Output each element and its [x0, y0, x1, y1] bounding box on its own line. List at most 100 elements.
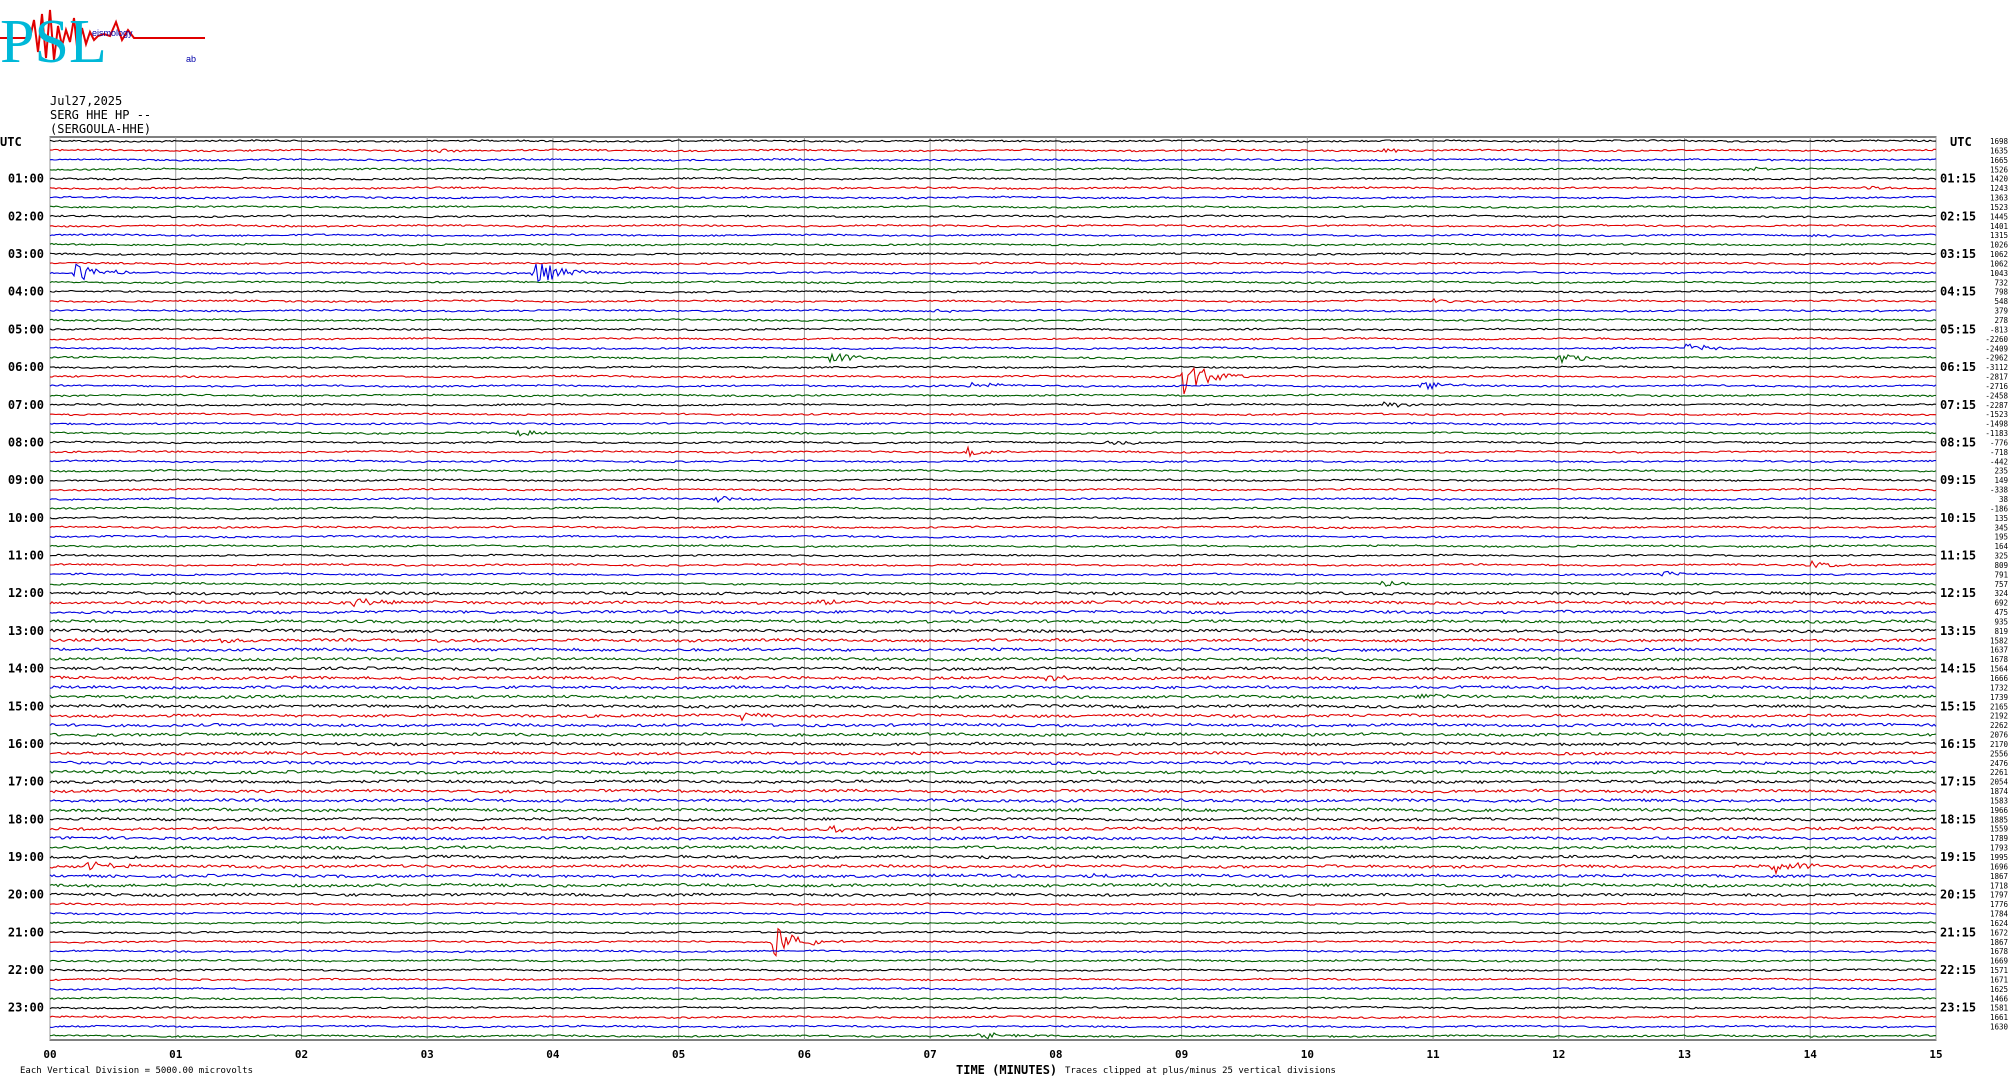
left-time-label: 18:00	[8, 812, 44, 826]
trace-line	[49, 553, 1937, 558]
left-time-label: 16:00	[8, 737, 44, 751]
trace-line	[49, 637, 1937, 644]
x-tick-label: 03	[421, 1048, 434, 1061]
x-tick-label: 15	[1929, 1048, 1942, 1061]
trace-offset: 1625	[1990, 985, 2008, 994]
trace-line	[49, 1032, 1937, 1040]
trace-line	[49, 459, 1936, 464]
trace-line	[49, 666, 1937, 672]
right-time-label: 14:15	[1940, 662, 1976, 676]
trace-line	[49, 280, 1937, 285]
trace-offset: 1698	[1990, 137, 2009, 146]
trace-line	[49, 223, 1937, 228]
trace-offset: 732	[1994, 278, 2008, 287]
x-tick-label: 02	[295, 1048, 308, 1061]
trace-offset: 1583	[1990, 796, 2008, 805]
trace-offset: 1630	[1990, 1023, 2009, 1032]
trace-offset: 2170	[1990, 740, 2009, 749]
trace-line	[49, 289, 1937, 294]
x-tick-label: 14	[1804, 1048, 1818, 1061]
trace-line	[49, 674, 1937, 682]
right-time-label: 23:15	[1940, 1001, 1976, 1015]
trace-offset: 149	[1994, 476, 2008, 485]
left-time-label: 05:00	[8, 322, 44, 336]
trace-offset: 1062	[1990, 259, 2008, 268]
x-tick-label: 09	[1175, 1048, 1188, 1061]
trace-offset: 1661	[1990, 1013, 2008, 1022]
trace-offset: 1666	[1990, 674, 2009, 683]
x-tick-label: 13	[1678, 1048, 1691, 1061]
trace-offset: 692	[1994, 599, 2008, 608]
trace-offset: 1243	[1990, 184, 2008, 193]
trace-offset: -2962	[1985, 354, 2008, 363]
trace-line	[49, 902, 1937, 906]
x-tick-label: 10	[1301, 1048, 1314, 1061]
clip-note: Traces clipped at plus/minus 25 vertical…	[1065, 1066, 1336, 1076]
left-time-label: 03:00	[8, 247, 44, 261]
x-tick-label: 01	[169, 1048, 183, 1061]
trace-offset: 1401	[1990, 222, 2008, 231]
right-time-label: 12:15	[1940, 586, 1976, 600]
trace-line	[49, 468, 1937, 473]
trace-line	[49, 693, 1937, 700]
trace-offset: 1678	[1990, 947, 2009, 956]
trace-line	[50, 968, 1937, 972]
left-time-label: 08:00	[8, 435, 44, 449]
trace-line	[49, 779, 1937, 785]
trace-line	[49, 157, 1937, 162]
trace-offset: -2260	[1985, 335, 2008, 344]
trace-line	[49, 619, 1937, 624]
trace-offset: -442	[1990, 457, 2008, 466]
trace-offset: 278	[1994, 316, 2008, 325]
trace-offset: 1739	[1990, 693, 2008, 702]
left-time-label: 11:00	[8, 549, 44, 563]
x-tick-labels: 00 01 02 03 04 05 06 07 08 09 10 11 12 13 14 15	[43, 1048, 1942, 1061]
left-time-label: 07:00	[8, 398, 44, 412]
right-time-labels: 01:15 02:15 03:15 04:15 05:15 06:15 07:15 08:15…	[1940, 172, 1976, 1015]
x-axis-label: TIME (MINUTES)	[956, 1063, 1058, 1077]
trace-offset: 935	[1994, 617, 2008, 626]
trace-line	[49, 412, 1937, 417]
trace-offset: 2556	[1990, 749, 2009, 758]
right-time-label: 10:15	[1940, 511, 1976, 525]
trace-offset: 164	[1994, 542, 2008, 551]
trace-line	[49, 656, 1937, 662]
trace-offset: 1526	[1990, 165, 2009, 174]
trace-offset: 1867	[1990, 938, 2008, 947]
trace-line	[49, 949, 1937, 954]
left-time-label: 06:00	[8, 360, 44, 374]
trace-offset: -718	[1990, 448, 2009, 457]
left-time-label: 10:00	[8, 511, 44, 525]
trace-line	[49, 534, 1937, 539]
trace-line	[49, 1015, 1937, 1020]
trace-offset: -2409	[1985, 344, 2008, 353]
trace-line	[49, 647, 1937, 653]
trace-line	[49, 401, 1937, 408]
trace-line	[49, 816, 1937, 822]
trace-line	[49, 930, 1937, 935]
trace-offset-values: 1698163516651526142012431363152314451401…	[1985, 137, 2008, 1032]
trace-line	[49, 835, 1937, 841]
trace-line	[49, 797, 1937, 803]
trace-line	[49, 741, 1937, 747]
trace-line	[49, 515, 1937, 520]
trace-line	[49, 327, 1937, 332]
trace-offset: 757	[1994, 580, 2008, 589]
trace-line	[49, 263, 1937, 283]
trace-offset: 1571	[1990, 966, 2008, 975]
trace-offset: 1874	[1990, 787, 2009, 796]
x-tick-label: 12	[1552, 1048, 1565, 1061]
trace-offset: 1466	[1990, 994, 2009, 1003]
trace-line	[50, 343, 1937, 351]
trace-line	[49, 882, 1937, 888]
right-time-label: 16:15	[1940, 737, 1976, 751]
left-time-label: 23:00	[8, 1001, 44, 1015]
trace-offset: -338	[1990, 486, 2009, 495]
right-time-label: 18:15	[1940, 812, 1976, 826]
right-time-label: 08:15	[1940, 435, 1976, 449]
left-time-label: 19:00	[8, 850, 44, 864]
left-time-label: 15:00	[8, 699, 44, 713]
trace-line	[49, 308, 1937, 314]
trace-line	[49, 977, 1937, 982]
trace-offset: 1995	[1990, 853, 2008, 862]
